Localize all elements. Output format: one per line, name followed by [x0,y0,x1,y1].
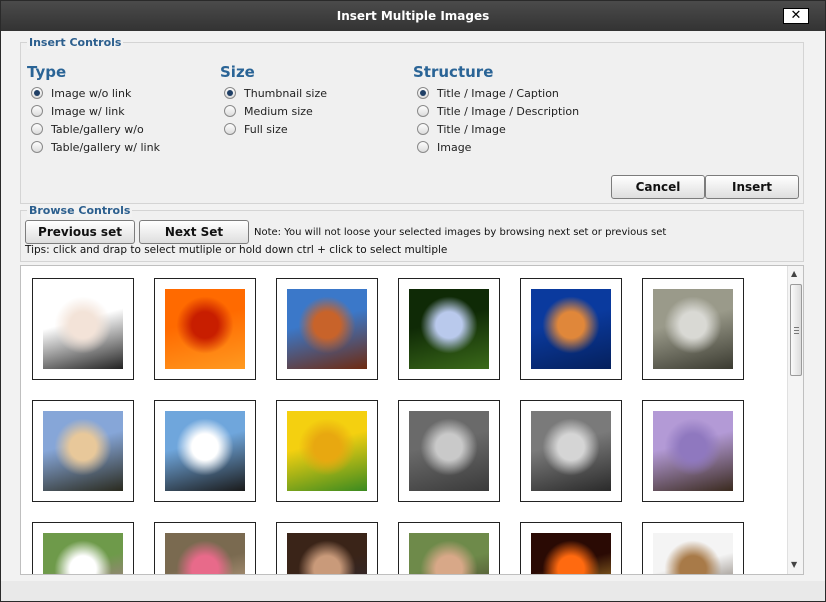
thumb-wedding-group [43,533,123,574]
insert-controls-legend: Insert Controls [27,36,124,49]
structure-option-label: Title / Image [437,122,506,136]
image-thumbnail[interactable] [398,400,500,502]
image-grid: ▲ ▼ [20,265,804,575]
radio-icon[interactable] [417,141,429,153]
size-option[interactable]: Thumbnail size [220,84,327,102]
size-option-label: Full size [244,122,288,136]
browse-controls-group: Browse Controls Previous set Next Set No… [20,204,804,262]
radio-selected-icon[interactable] [224,87,236,99]
structure-option-label: Title / Image / Description [437,104,580,118]
scroll-thumb[interactable] [790,284,802,376]
image-thumbnail[interactable] [642,278,744,380]
thumb-red-flower [165,289,245,369]
type-heading: Type [27,63,67,81]
radio-selected-icon[interactable] [31,87,43,99]
thumb-couple-photo [165,533,245,574]
image-thumbnail[interactable] [276,522,378,574]
close-icon[interactable]: ✕ [783,8,809,24]
type-option[interactable]: Table/gallery w/ link [27,138,160,156]
image-thumbnail[interactable] [520,278,622,380]
radio-icon[interactable] [31,141,43,153]
type-option[interactable]: Image w/o link [27,84,160,102]
thumb-baby-grayscale-1 [409,411,489,491]
radio-icon[interactable] [31,123,43,135]
image-thumbnail[interactable] [276,400,378,502]
thumb-hydrangea [409,289,489,369]
thumb-webpage-screenshot [43,289,123,369]
size-option[interactable]: Medium size [220,102,327,120]
structure-column: Structure Title / Image / Caption Title /… [413,63,579,156]
size-column: Size Thumbnail size Medium size Full size [220,63,327,138]
size-heading: Size [220,63,255,81]
image-thumbnail[interactable] [154,278,256,380]
image-thumbnail[interactable] [276,278,378,380]
size-option-label: Medium size [244,104,313,118]
thumb-fire [531,533,611,574]
radio-selected-icon[interactable] [417,87,429,99]
insert-multiple-images-dialog: Insert Multiple Images ✕ Insert Controls… [0,0,826,602]
image-thumbnail[interactable] [642,522,744,574]
structure-option-label: Title / Image / Caption [437,86,559,100]
next-set-button[interactable]: Next Set [139,220,249,244]
type-option[interactable]: Table/gallery w/o [27,120,160,138]
scroll-up-icon[interactable]: ▲ [791,269,797,278]
type-option-label: Image w/ link [51,104,125,118]
image-thumbnail[interactable] [398,278,500,380]
browse-controls-legend: Browse Controls [27,204,133,217]
radio-icon[interactable] [417,105,429,117]
thumb-comic-dogs [653,533,733,574]
structure-option[interactable]: Title / Image / Description [413,102,579,120]
image-thumbnail[interactable] [32,278,134,380]
image-thumbnail[interactable] [32,400,134,502]
thumb-dog-on-blanket [653,411,733,491]
type-option[interactable]: Image w/ link [27,102,160,120]
radio-icon[interactable] [417,123,429,135]
radio-icon[interactable] [224,123,236,135]
image-thumbnail[interactable] [520,400,622,502]
cancel-button[interactable]: Cancel [611,175,705,199]
size-option[interactable]: Full size [220,120,327,138]
scroll-grip-icon [794,327,799,334]
dialog-titlebar: Insert Multiple Images ✕ [1,1,825,31]
image-thumbnail[interactable] [154,522,256,574]
thumb-jellyfish [531,289,611,369]
structure-option[interactable]: Title / Image / Caption [413,84,579,102]
thumb-tulips [287,411,367,491]
dialog-footer [1,581,825,601]
thumb-lighthouse [43,411,123,491]
insert-controls-group: Insert Controls Type Image w/o link Image… [20,36,804,204]
structure-option[interactable]: Title / Image [413,120,579,138]
size-option-label: Thumbnail size [244,86,328,100]
structure-heading: Structure [413,63,494,81]
image-thumbnail[interactable] [398,522,500,574]
structure-option-label: Image [437,140,472,154]
radio-icon[interactable] [31,105,43,117]
radio-icon[interactable] [224,105,236,117]
thumb-couple-outdoors [409,533,489,574]
type-option-label: Table/gallery w/o [51,122,144,136]
dialog-title: Insert Multiple Images [336,9,490,23]
image-thumbnail[interactable] [32,522,134,574]
image-thumbnail[interactable] [642,400,744,502]
thumb-penguins [165,411,245,491]
type-column: Type Image w/o link Image w/ link Table/ga… [27,63,160,156]
browse-note: Note: You will not loose your selected i… [254,227,667,238]
thumb-baby-grayscale-2 [531,411,611,491]
thumb-two-people [287,533,367,574]
scroll-down-icon[interactable]: ▼ [791,560,797,569]
image-thumbnail[interactable] [520,522,622,574]
type-option-label: Image w/o link [51,86,132,100]
image-thumbnail[interactable] [154,400,256,502]
thumb-desert-butte [287,289,367,369]
structure-option[interactable]: Image [413,138,579,156]
vertical-scrollbar[interactable]: ▲ ▼ [787,266,803,574]
type-option-label: Table/gallery w/ link [51,140,160,154]
insert-button[interactable]: Insert [705,175,799,199]
thumb-koala [653,289,733,369]
previous-set-button[interactable]: Previous set [25,220,135,244]
browse-tips: Tips: click and drap to select mutliple … [25,244,448,256]
